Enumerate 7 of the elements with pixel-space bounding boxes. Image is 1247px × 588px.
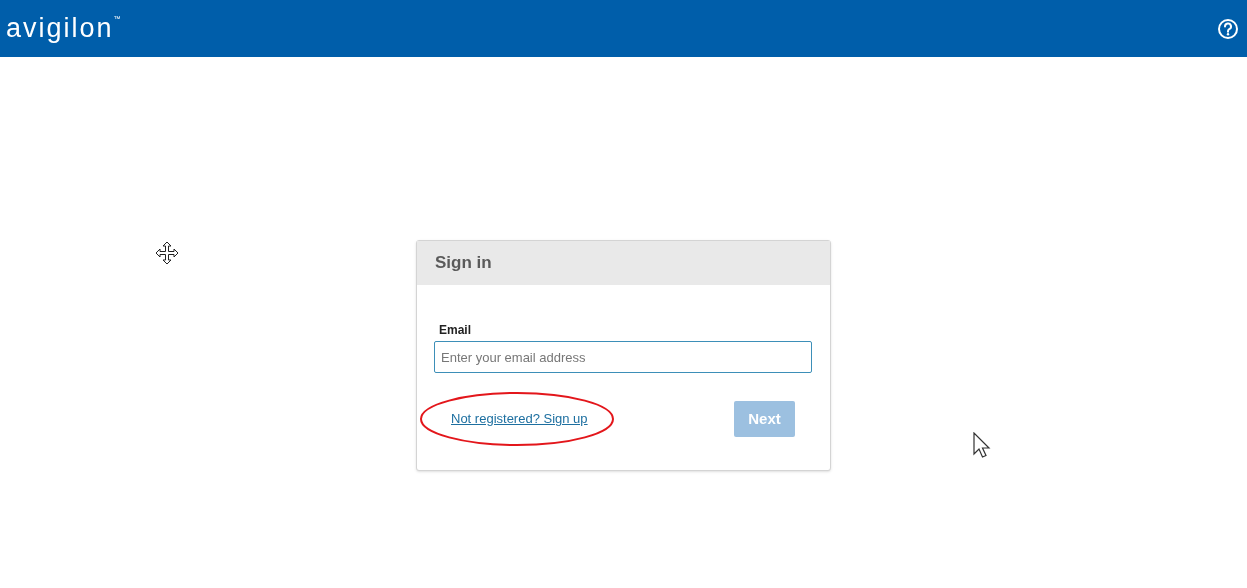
logo-text: avigilon <box>6 15 114 42</box>
help-icon[interactable] <box>1217 17 1239 40</box>
move-cursor-icon <box>155 241 179 265</box>
email-field[interactable]: Enter your email address <box>434 341 812 373</box>
pointer-cursor-icon <box>973 432 993 460</box>
email-label: Email <box>439 322 472 339</box>
card-title: Sign in <box>435 252 492 275</box>
